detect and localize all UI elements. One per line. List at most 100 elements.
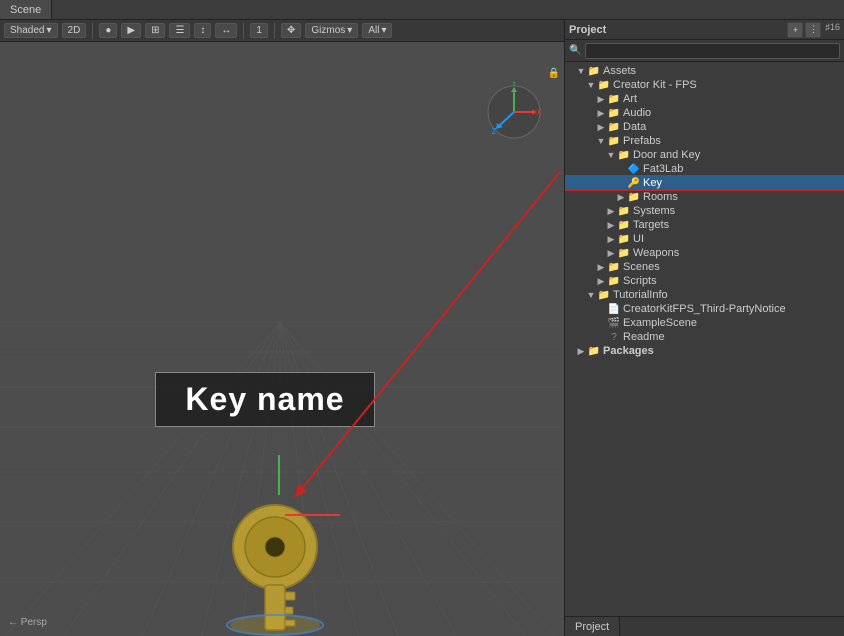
- tree-item-tutorial-info[interactable]: ▼ 📁 TutorialInfo: [565, 288, 844, 302]
- tutorial-icon: 📁: [597, 290, 611, 301]
- prefabs-icon: 📁: [607, 136, 621, 147]
- key-name-box: Key name: [155, 372, 375, 427]
- data-icon: 📁: [607, 122, 621, 133]
- audio-label: Audio: [623, 107, 651, 119]
- tree-item-fat3lab[interactable]: 🔷 Fat3Lab: [565, 162, 844, 176]
- gizmos-label: Gizmos: [311, 25, 345, 36]
- toolbar-separator-3: [274, 23, 275, 39]
- mode-2d-label: 2D: [68, 25, 81, 36]
- example-label: ExampleScene: [623, 317, 697, 329]
- project-panel-title: Project: [569, 24, 787, 36]
- x-axis-arrow: [285, 514, 340, 516]
- example-icon: 🎬: [607, 318, 621, 329]
- file-tree: ▼ 📁 Assets ▼ 📁 Creator Kit - FPS ▶ 📁 Art: [565, 62, 844, 616]
- project-panel: Project + ⋮ ♯16 🔍 ▼ 📁 Assets: [564, 20, 844, 636]
- creator-kit-arrow: ▼: [585, 80, 597, 90]
- art-label: Art: [623, 93, 637, 105]
- tree-item-packages[interactable]: ▶ 📁 Packages: [565, 344, 844, 358]
- tree-item-weapons[interactable]: ▶ 📁 Weapons: [565, 246, 844, 260]
- tree-item-data[interactable]: ▶ 📁 Data: [565, 120, 844, 134]
- packages-arrow: ▶: [575, 346, 587, 357]
- door-key-arrow: ▼: [605, 150, 617, 160]
- targets-arrow: ▶: [605, 220, 617, 231]
- rooms-arrow: ▶: [615, 192, 627, 203]
- tree-item-creator-kit[interactable]: ▼ 📁 Creator Kit - FPS: [565, 78, 844, 92]
- scene-toolbar: Shaded ▾ 2D ● ▶ ⊞ ☰ ↕ ↔ 1 ✥ Gizmos ▾ All: [0, 20, 564, 42]
- systems-icon: 📁: [617, 206, 631, 217]
- key-label: Key: [643, 177, 662, 189]
- search-input[interactable]: [585, 43, 840, 59]
- top-bar: Scene: [0, 0, 844, 20]
- ui-icon: 📁: [617, 234, 631, 245]
- toolbar-separator-1: [92, 23, 93, 39]
- layers-dropdown[interactable]: All ▾: [362, 23, 392, 38]
- toolbar-icon-2[interactable]: ▶: [121, 23, 141, 38]
- packages-icon: 📁: [587, 346, 601, 357]
- tree-item-rooms[interactable]: ▶ 📁 Rooms: [565, 190, 844, 204]
- viewport[interactable]: Key name: [0, 42, 564, 636]
- systems-arrow: ▶: [605, 206, 617, 217]
- toolbar-icon-3[interactable]: ⊞: [145, 23, 165, 38]
- targets-label: Targets: [633, 219, 669, 231]
- num-1-btn[interactable]: 1: [250, 23, 268, 38]
- tree-item-art[interactable]: ▶ 📁 Art: [565, 92, 844, 106]
- art-icon: 📁: [607, 94, 621, 105]
- notice-label: CreatorKitFPS_Third-PartyNotice: [623, 303, 786, 315]
- toolbar-icon-1[interactable]: ●: [99, 23, 117, 38]
- toolbar-icon-4[interactable]: ☰: [169, 23, 190, 38]
- tree-item-scripts[interactable]: ▶ 📁 Scripts: [565, 274, 844, 288]
- tree-item-key[interactable]: 🔑 Key: [565, 176, 844, 190]
- shading-dropdown[interactable]: Shaded ▾: [4, 23, 58, 38]
- tab-project-bottom[interactable]: Project: [565, 617, 620, 636]
- project-buttons: + ⋮ ♯16: [787, 22, 840, 38]
- assets-arrow: ▼: [575, 66, 587, 76]
- assets-label: Assets: [603, 65, 636, 77]
- scene-panel: Shaded ▾ 2D ● ▶ ⊞ ☰ ↕ ↔ 1 ✥ Gizmos ▾ All: [0, 20, 564, 636]
- tree-item-readme[interactable]: ? Readme: [565, 330, 844, 344]
- project-toolbar: Project + ⋮ ♯16: [565, 20, 844, 40]
- creator-kit-label: Creator Kit - FPS: [613, 79, 697, 91]
- viewport-lock-icon[interactable]: 🔒: [548, 68, 560, 79]
- creator-kit-icon: 📁: [597, 80, 611, 91]
- weapons-icon: 📁: [617, 248, 631, 259]
- nav-gizmo[interactable]: Y X Z: [484, 82, 544, 142]
- tree-item-ui[interactable]: ▶ 📁 UI: [565, 232, 844, 246]
- project-menu-btn[interactable]: ⋮: [805, 22, 821, 38]
- fat3lab-icon: 🔷: [627, 164, 641, 175]
- assets-folder-icon: 📁: [587, 66, 601, 77]
- tree-item-notice[interactable]: 📄 CreatorKitFPS_Third-PartyNotice: [565, 302, 844, 316]
- tree-item-audio[interactable]: ▶ 📁 Audio: [565, 106, 844, 120]
- tree-item-assets[interactable]: ▼ 📁 Assets: [565, 64, 844, 78]
- gizmos-dropdown[interactable]: Gizmos ▾: [305, 23, 358, 38]
- scenes-arrow: ▶: [595, 262, 607, 273]
- tree-item-systems[interactable]: ▶ 📁 Systems: [565, 204, 844, 218]
- tree-item-targets[interactable]: ▶ 📁 Targets: [565, 218, 844, 232]
- audio-icon: 📁: [607, 108, 621, 119]
- tree-item-example-scene[interactable]: 🎬 ExampleScene: [565, 316, 844, 330]
- toolbar-icon-6[interactable]: ↔: [215, 23, 237, 38]
- prefabs-label: Prefabs: [623, 135, 661, 147]
- shading-label: Shaded: [10, 25, 44, 36]
- persp-label: ← Persp: [8, 617, 47, 628]
- audio-arrow: ▶: [595, 108, 607, 119]
- svg-text:Z: Z: [492, 127, 497, 136]
- readme-label: Readme: [623, 331, 665, 343]
- bottom-tabs: Project: [565, 616, 844, 636]
- project-add-btn[interactable]: +: [787, 22, 803, 38]
- mode-2d-btn[interactable]: 2D: [62, 23, 87, 38]
- rooms-label: Rooms: [643, 191, 678, 203]
- tab-scene[interactable]: Scene: [0, 0, 52, 19]
- transform-btn[interactable]: ✥: [281, 23, 301, 38]
- scenes-icon: 📁: [607, 262, 621, 273]
- tree-item-prefabs[interactable]: ▼ 📁 Prefabs: [565, 134, 844, 148]
- tree-item-door-and-key[interactable]: ▼ 📁 Door and Key: [565, 148, 844, 162]
- svg-text:X: X: [536, 108, 542, 117]
- rooms-icon: 📁: [627, 192, 641, 203]
- toolbar-icon-5[interactable]: ↕: [194, 23, 211, 38]
- fat3lab-label: Fat3Lab: [643, 163, 683, 175]
- art-arrow: ▶: [595, 94, 607, 105]
- layers-label: All: [368, 25, 379, 36]
- y-axis-arrow: [278, 455, 280, 495]
- door-key-icon: 📁: [617, 150, 631, 161]
- tree-item-scenes[interactable]: ▶ 📁 Scenes: [565, 260, 844, 274]
